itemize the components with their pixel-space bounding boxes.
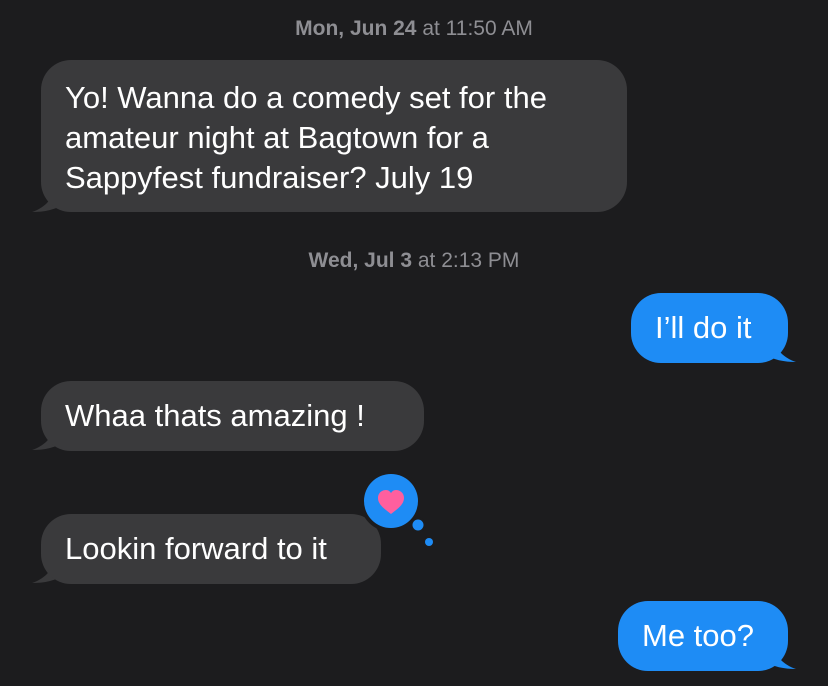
message-line: Me too? xyxy=(642,618,755,653)
message-line: Yo! Wanna do a comedy set for the xyxy=(65,80,547,115)
message-line: Lookin forward to it xyxy=(65,531,327,566)
message-bubble-incoming[interactable]: Lookin forward to it xyxy=(41,514,381,584)
heart-icon xyxy=(360,470,435,548)
message-bubble-incoming[interactable]: Yo! Wanna do a comedy set for the amateu… xyxy=(41,60,627,212)
timestamp-day: Mon, Jun 24 xyxy=(295,17,417,40)
timestamp-time: at 11:50 AM xyxy=(422,17,533,40)
timestamp-time: at 2:13 PM xyxy=(417,249,520,272)
timestamp-day: Wed, Jul 3 xyxy=(308,249,413,272)
timestamp-header: Mon, Jun 24 at 11:50 AM xyxy=(0,16,828,42)
message-line: Sappyfest fundraiser? July 19 xyxy=(65,160,474,195)
message-line: Whaa thats amazing ! xyxy=(65,398,365,433)
message-bubble-outgoing[interactable]: Me too? xyxy=(618,601,788,671)
message-line: amateur night at Bagtown for a xyxy=(65,120,489,155)
message-bubble-incoming[interactable]: Whaa thats amazing ! xyxy=(41,381,424,451)
timestamp-header: Wed, Jul 3 at 2:13 PM xyxy=(0,248,828,274)
tapback-reaction[interactable] xyxy=(356,468,436,548)
message-bubble-outgoing[interactable]: I’ll do it xyxy=(631,293,788,363)
message-line: I’ll do it xyxy=(655,310,752,345)
